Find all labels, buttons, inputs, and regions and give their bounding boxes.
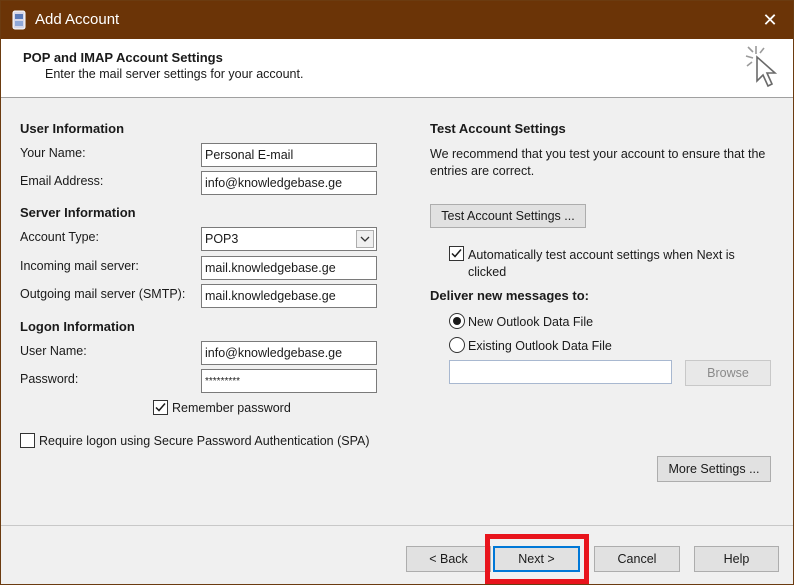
outgoing-server-label: Outgoing mail server (SMTP):: [20, 287, 186, 301]
existing-data-file-path[interactable]: [449, 360, 672, 384]
new-data-file-label: New Outlook Data File: [468, 315, 594, 329]
browse-button[interactable]: Browse: [685, 360, 771, 386]
chevron-down-icon[interactable]: [356, 230, 374, 248]
window-title: Add Account: [35, 11, 120, 28]
auto-test-checkbox[interactable]: [449, 246, 464, 261]
outlook-app-icon: [12, 10, 26, 30]
help-button[interactable]: Help: [694, 546, 779, 572]
user-name-label: User Name:: [20, 344, 87, 358]
page-title: POP and IMAP Account Settings: [23, 50, 223, 65]
incoming-server-label: Incoming mail server:: [20, 259, 139, 273]
close-button[interactable]: ✕: [747, 1, 793, 39]
your-name-label: Your Name:: [20, 146, 86, 160]
spa-checkbox[interactable]: [20, 433, 35, 448]
wizard-header: POP and IMAP Account Settings Enter the …: [1, 39, 793, 98]
user-name-field[interactable]: info@knowledgebase.ge: [201, 341, 377, 365]
add-account-dialog: Add Account ✕ POP and IMAP Account Setti…: [0, 0, 794, 585]
your-name-field[interactable]: Personal E-mail: [201, 143, 377, 167]
test-settings-heading: Test Account Settings: [430, 121, 566, 136]
auto-test-label: Automatically test account settings when…: [468, 248, 735, 279]
logon-info-heading: Logon Information: [20, 319, 135, 334]
email-address-field[interactable]: info@knowledgebase.ge: [201, 171, 377, 195]
test-settings-description: We recommend that you test your account …: [430, 147, 766, 178]
more-settings-button[interactable]: More Settings ...: [657, 456, 771, 482]
back-button[interactable]: < Back: [406, 546, 491, 572]
remember-password-checkbox[interactable]: [153, 400, 168, 415]
password-label: Password:: [20, 372, 79, 386]
user-info-heading: User Information: [20, 121, 125, 136]
existing-data-file-radio[interactable]: [449, 337, 465, 353]
account-type-value: POP3: [205, 232, 239, 246]
email-address-label: Email Address:: [20, 174, 104, 188]
title-bar: Add Account ✕: [1, 1, 793, 39]
account-type-select[interactable]: POP3: [201, 227, 377, 251]
remember-password-label: Remember password: [172, 401, 291, 415]
footer-divider: [1, 525, 793, 526]
outgoing-server-field[interactable]: mail.knowledgebase.ge: [201, 284, 377, 308]
spa-label: Require logon using Secure Password Auth…: [39, 434, 370, 448]
cancel-button[interactable]: Cancel: [594, 546, 680, 572]
server-info-heading: Server Information: [20, 205, 136, 220]
checkmark-icon: [451, 249, 462, 258]
page-subtitle: Enter the mail server settings for your …: [45, 67, 304, 81]
deliver-heading: Deliver new messages to:: [430, 288, 589, 303]
new-data-file-radio[interactable]: [449, 313, 465, 329]
existing-data-file-label: Existing Outlook Data File: [468, 339, 612, 353]
incoming-server-field[interactable]: mail.knowledgebase.ge: [201, 256, 377, 280]
account-type-label: Account Type:: [20, 230, 99, 244]
test-account-settings-button[interactable]: Test Account Settings ...: [430, 204, 586, 228]
checkmark-icon: [155, 403, 166, 412]
cursor-click-icon: [745, 46, 778, 88]
next-button-highlight: [485, 534, 589, 584]
password-field[interactable]: *********: [201, 369, 377, 393]
